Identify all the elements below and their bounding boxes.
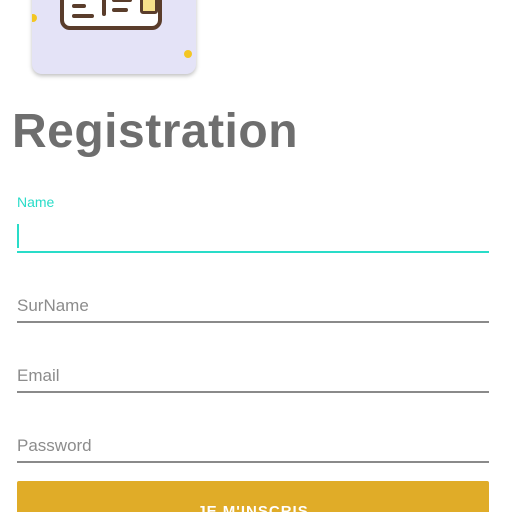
id-card-icon	[32, 0, 196, 74]
password-field[interactable]	[17, 432, 489, 466]
registration-screen: Registration Name JE M'INSCRIS	[0, 0, 512, 512]
card-photo	[140, 0, 158, 14]
name-label: Name	[17, 194, 55, 210]
surname-underline	[17, 321, 489, 323]
email-input[interactable]	[17, 364, 489, 388]
id-card-shape	[60, 0, 162, 30]
card-line	[112, 0, 132, 2]
card-line	[72, 14, 94, 18]
card-line	[72, 4, 86, 8]
password-input[interactable]	[17, 434, 489, 458]
password-underline	[17, 461, 489, 463]
register-button[interactable]: JE M'INSCRIS	[17, 481, 489, 512]
surname-input[interactable]	[17, 294, 489, 318]
email-field[interactable]	[17, 362, 489, 396]
name-underline	[17, 251, 489, 253]
card-line	[112, 8, 128, 12]
name-input[interactable]	[17, 226, 489, 248]
page-title: Registration	[12, 105, 299, 158]
name-field[interactable]: Name	[17, 194, 489, 256]
email-underline	[17, 391, 489, 393]
decor-dot	[184, 50, 192, 58]
decor-dot	[32, 14, 37, 22]
surname-field[interactable]	[17, 292, 489, 326]
card-line	[102, 0, 106, 16]
